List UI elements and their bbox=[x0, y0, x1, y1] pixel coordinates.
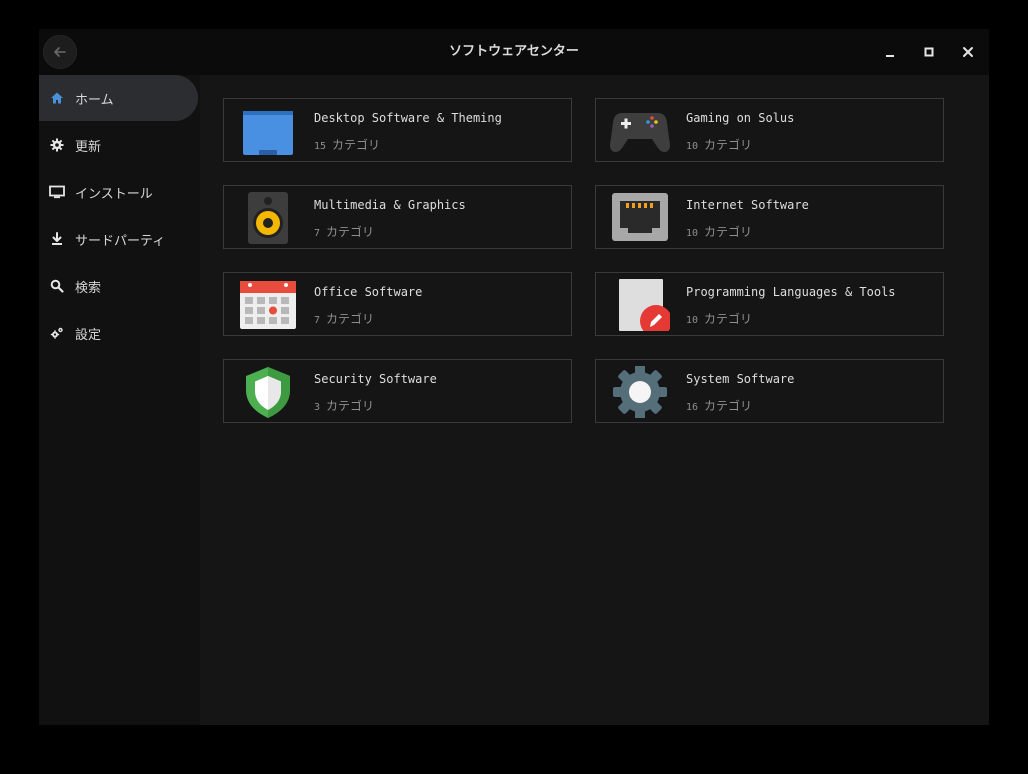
arrow-left-icon bbox=[54, 47, 66, 57]
category-title: Office Software bbox=[314, 285, 423, 299]
category-count-number: 7 bbox=[314, 228, 321, 239]
minimize-button[interactable] bbox=[878, 40, 902, 64]
category-count-suffix: カテゴリ bbox=[326, 399, 375, 413]
category-title: Multimedia & Graphics bbox=[314, 198, 466, 212]
category-count: 15 カテゴリ bbox=[314, 136, 380, 153]
category-count-suffix: カテゴリ bbox=[326, 225, 375, 239]
category-count: 10 カテゴリ bbox=[686, 136, 752, 153]
maximize-button[interactable] bbox=[917, 40, 941, 64]
calendar-icon bbox=[240, 281, 296, 329]
category-card-security[interactable]: Security Software 3 カテゴリ bbox=[223, 359, 572, 423]
category-count-suffix: カテゴリ bbox=[704, 225, 753, 239]
category-count-suffix: カテゴリ bbox=[326, 312, 375, 326]
category-card-system[interactable]: System Software 16 カテゴリ bbox=[595, 359, 944, 423]
category-card-office[interactable]: Office Software 7 カテゴリ bbox=[223, 272, 572, 336]
category-card-desktop[interactable]: Desktop Software & Theming 15 カテゴリ bbox=[223, 98, 572, 162]
desktop-folder-icon bbox=[243, 111, 293, 155]
download-icon bbox=[49, 231, 65, 247]
settings-icon bbox=[49, 325, 65, 341]
category-count-number: 7 bbox=[314, 315, 321, 326]
shield-icon bbox=[246, 367, 290, 418]
category-count-suffix: カテゴリ bbox=[704, 399, 753, 413]
category-count-number: 10 bbox=[686, 315, 699, 326]
category-count: 10 カテゴリ bbox=[686, 310, 752, 327]
category-card-internet[interactable]: Internet Software 10 カテゴリ bbox=[595, 185, 944, 249]
category-count: 16 カテゴリ bbox=[686, 397, 752, 414]
category-card-gaming[interactable]: Gaming on Solus 10 カテゴリ bbox=[595, 98, 944, 162]
category-count-number: 10 bbox=[686, 228, 699, 239]
sidebar-item-home[interactable]: ホーム bbox=[39, 75, 198, 121]
back-button[interactable] bbox=[43, 35, 77, 69]
sidebar-item-search[interactable]: 検索 bbox=[39, 263, 198, 309]
category-count-number: 3 bbox=[314, 402, 321, 413]
sidebar-item-installed[interactable]: インストール bbox=[39, 169, 198, 215]
category-card-multimedia[interactable]: Multimedia & Graphics 7 カテゴリ bbox=[223, 185, 572, 249]
category-count: 3 カテゴリ bbox=[314, 397, 374, 414]
category-title: Security Software bbox=[314, 372, 437, 386]
category-title: Internet Software bbox=[686, 198, 809, 212]
sidebar-item-settings[interactable]: 設定 bbox=[39, 310, 198, 356]
category-count: 7 カテゴリ bbox=[314, 310, 374, 327]
edit-document-icon bbox=[619, 279, 670, 331]
category-count-suffix: カテゴリ bbox=[704, 138, 753, 152]
category-grid: Desktop Software & Theming 15 カテゴリ Gaming… bbox=[200, 75, 989, 725]
sidebar-item-label: インストール bbox=[75, 186, 153, 202]
category-title: System Software bbox=[686, 372, 795, 386]
window-title: ソフトウェアセンター bbox=[449, 44, 579, 59]
app-window: ソフトウェアセンター ホーム 更新 インストール サードパーティ 検索 設定 D… bbox=[39, 29, 989, 725]
monitor-icon bbox=[49, 184, 65, 200]
category-title: Gaming on Solus bbox=[686, 111, 795, 125]
sidebar-item-label: 検索 bbox=[75, 280, 102, 296]
sidebar: ホーム 更新 インストール サードパーティ 検索 設定 bbox=[39, 75, 200, 725]
category-count-number: 10 bbox=[686, 141, 699, 152]
category-title: Desktop Software & Theming bbox=[314, 111, 502, 125]
category-count: 7 カテゴリ bbox=[314, 223, 374, 240]
sidebar-item-label: 更新 bbox=[75, 139, 102, 155]
sidebar-item-label: 設定 bbox=[75, 327, 102, 343]
category-count-suffix: カテゴリ bbox=[704, 312, 753, 326]
minimize-icon bbox=[886, 55, 894, 57]
sidebar-item-label: ホーム bbox=[75, 92, 114, 108]
category-count-suffix: カテゴリ bbox=[332, 138, 381, 152]
update-gear-icon bbox=[49, 137, 65, 153]
category-count: 10 カテゴリ bbox=[686, 223, 752, 240]
sidebar-item-updates[interactable]: 更新 bbox=[39, 122, 198, 168]
category-title: Programming Languages & Tools bbox=[686, 285, 896, 299]
sidebar-item-third-party[interactable]: サードパーティ bbox=[39, 216, 198, 262]
network-port-icon bbox=[612, 193, 668, 241]
search-icon bbox=[49, 278, 65, 294]
category-count-number: 16 bbox=[686, 402, 699, 413]
category-count-number: 15 bbox=[314, 141, 327, 152]
gamepad-icon bbox=[610, 113, 670, 152]
category-card-programming[interactable]: Programming Languages & Tools 10 カテゴリ bbox=[595, 272, 944, 336]
maximize-icon bbox=[924, 47, 934, 57]
speaker-icon bbox=[248, 192, 288, 244]
system-gear-icon bbox=[613, 366, 667, 418]
titlebar: ソフトウェアセンター bbox=[39, 29, 989, 75]
sidebar-item-label: サードパーティ bbox=[75, 233, 166, 249]
close-icon bbox=[963, 47, 973, 57]
close-button[interactable] bbox=[956, 40, 980, 64]
home-icon bbox=[49, 90, 65, 106]
